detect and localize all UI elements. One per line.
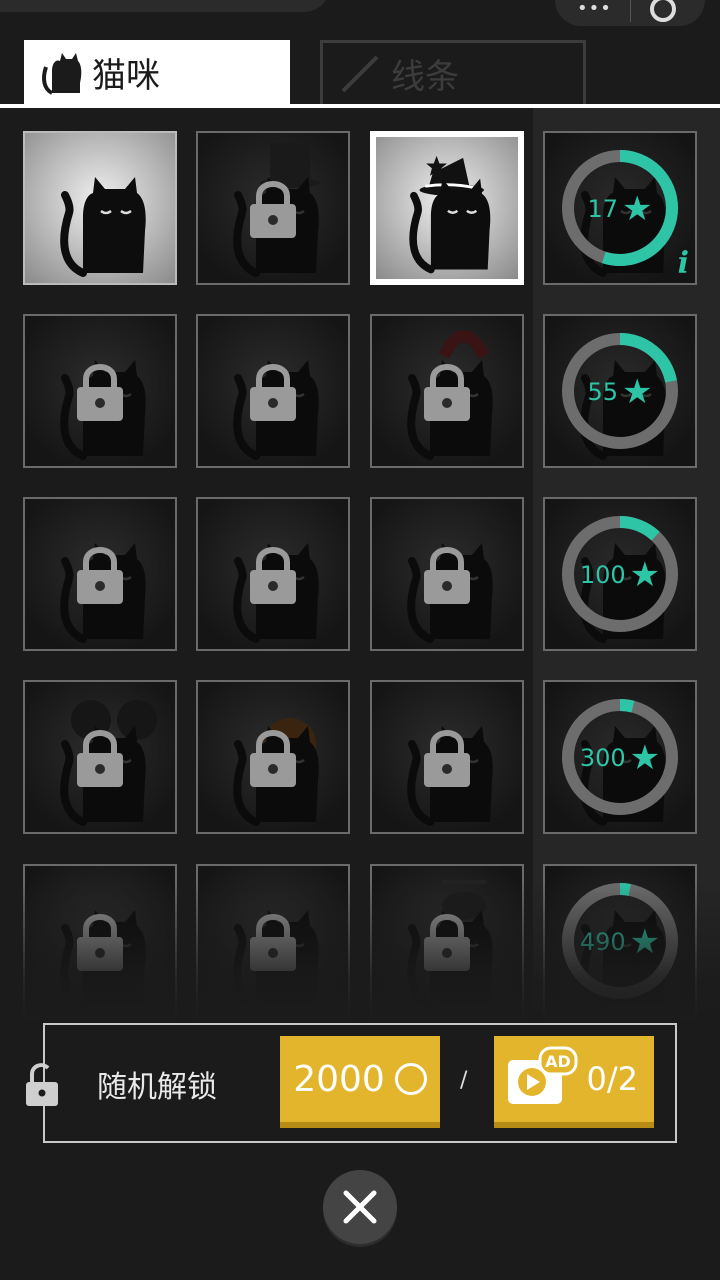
menu-icon[interactable]: ••• [577,0,612,19]
star-count: 100 [579,561,626,589]
coin-cost: 2000 [293,1058,385,1100]
star-icon: ★ [622,372,653,412]
unlock-icon [26,1063,58,1106]
star-reward-cell[interactable]: 17 ★ i [543,131,697,285]
skin-cell-mouse-ears[interactable] [23,680,177,834]
lock-icon [77,547,123,604]
ad-count: 0/2 [586,1060,639,1098]
tab-cat[interactable]: 猫咪 [24,40,290,104]
lock-icon [250,364,296,421]
cat-icon [36,48,86,96]
tab-cat-label: 猫咪 [92,55,160,96]
skin-cell-sunglasses[interactable] [23,497,177,651]
star-requirement: 17 ★ [545,189,695,229]
skin-cell-none[interactable] [23,131,177,285]
star-count: 17 [587,195,619,223]
lock-icon [424,364,470,421]
settings-icon[interactable] [650,0,676,22]
lock-icon [424,730,470,787]
separator: / [460,1068,468,1093]
star-requirement: 300 ★ [545,738,695,778]
lock-icon [77,914,123,971]
ad-unlock-button[interactable]: AD 0/2 [494,1036,654,1128]
lock-icon [250,730,296,787]
skin-cell-spartan-helmet[interactable] [370,314,524,468]
random-unlock-label: 随机解锁 [97,1070,217,1105]
skin-cell-cowboy-hat[interactable] [23,314,177,468]
line-icon [335,50,385,98]
coin-icon [394,1063,427,1095]
skin-cell-bow[interactable] [196,497,350,651]
star-reward-cell[interactable]: 490 ★ [543,864,697,1018]
coin-unlock-button[interactable]: 2000 [280,1036,440,1128]
lock-icon [77,364,123,421]
star-requirement: 490 ★ [545,922,695,962]
star-count: 490 [579,928,626,956]
star-icon: ★ [629,922,661,962]
star-reward-cell[interactable]: 55 ★ [543,314,697,468]
skin-cell-chain[interactable] [196,314,350,468]
star-icon: ★ [629,738,661,778]
star-reward-cell[interactable]: 100 ★ [543,497,697,651]
star-requirement: 100 ★ [545,555,695,595]
skin-cell-scarf[interactable] [196,864,350,1018]
top-bar-right: ••• [555,0,705,26]
ad-badge: AD [545,1052,571,1071]
lock-icon [250,181,296,238]
skin-cell-box[interactable] [23,864,177,1018]
skin-cell-witch-hat[interactable] [370,131,524,285]
video-ad-icon: AD [508,1046,578,1104]
skin-cell-cape[interactable] [370,680,524,834]
star-icon: ★ [622,189,653,229]
lock-icon [250,547,296,604]
close-icon [343,1190,377,1224]
skin-cell-pumpkin[interactable] [196,680,350,834]
star-count: 300 [579,744,626,772]
top-bar-left [0,0,330,12]
star-reward-cell[interactable]: 300 ★ [543,680,697,834]
lock-icon [250,914,296,971]
skin-cell-top-hat[interactable] [196,131,350,285]
close-button[interactable] [323,1170,397,1244]
star-icon: ★ [629,555,661,595]
skin-cell-mask[interactable] [370,497,524,651]
skin-cell-propeller-hat[interactable] [370,864,524,1018]
divider [630,0,631,22]
lock-icon [77,730,123,787]
lock-icon [424,547,470,604]
star-requirement: 55 ★ [545,372,695,412]
info-icon[interactable]: i [678,246,689,281]
star-count: 55 [587,378,619,406]
tab-line[interactable]: 线条 [320,40,586,104]
lock-icon [424,914,470,971]
tab-line-label: 线条 [391,57,459,97]
